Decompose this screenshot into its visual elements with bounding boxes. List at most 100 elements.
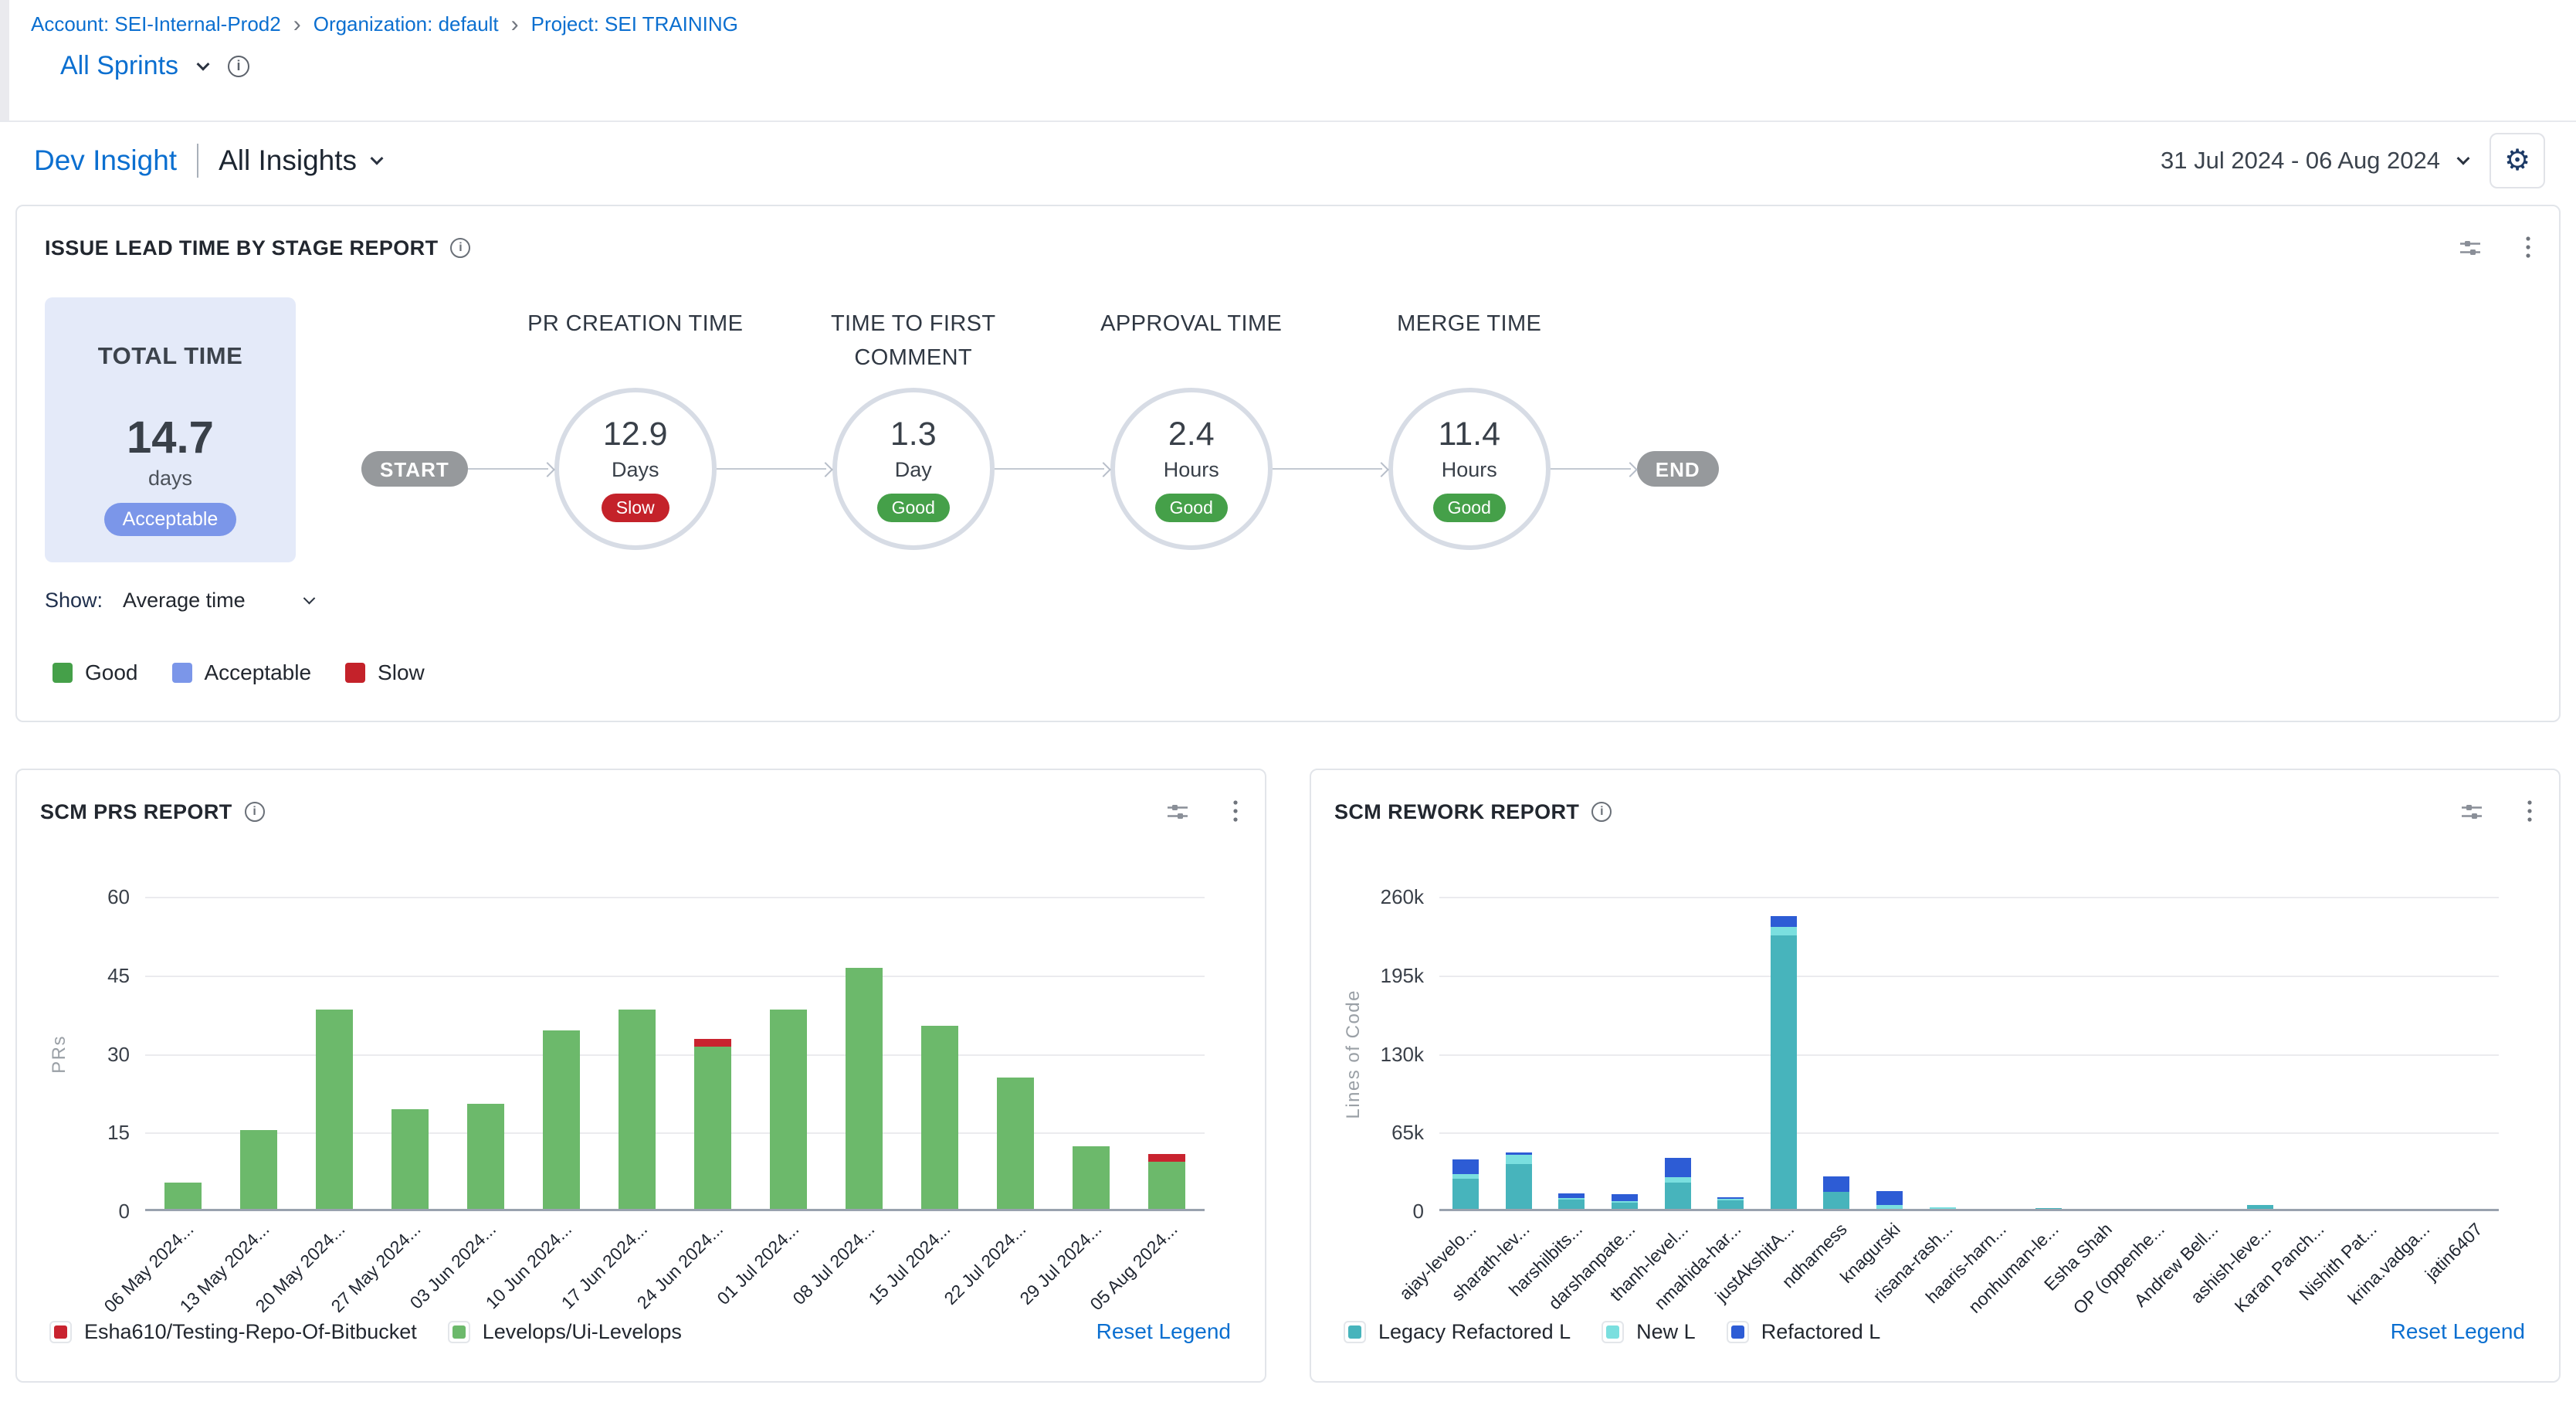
show-value[interactable]: Average time bbox=[123, 589, 246, 613]
bar-segment[interactable] bbox=[1506, 1155, 1532, 1165]
filter-sliders-icon[interactable] bbox=[2459, 236, 2482, 260]
bar-segment[interactable] bbox=[619, 1010, 656, 1209]
bar-slot bbox=[1916, 1207, 1969, 1209]
bar-segment[interactable] bbox=[1771, 916, 1797, 927]
bar-slot bbox=[1757, 916, 1811, 1209]
panel-header: ISSUE LEAD TIME BY STAGE REPORT bbox=[45, 231, 2531, 265]
panel-title: SCM PRS REPORT bbox=[40, 800, 232, 824]
chevron-down-icon[interactable] bbox=[2457, 152, 2470, 165]
legend-item[interactable]: New L bbox=[1602, 1320, 1696, 1344]
y-tick-label: 60 bbox=[107, 885, 130, 909]
bar-segment[interactable] bbox=[1665, 1183, 1691, 1209]
filter-sliders-icon[interactable] bbox=[2460, 800, 2483, 823]
title-divider bbox=[197, 144, 198, 178]
bar-segment[interactable] bbox=[1665, 1158, 1691, 1177]
kebab-menu-icon[interactable] bbox=[2525, 236, 2531, 260]
bar-segment[interactable] bbox=[1930, 1207, 1956, 1209]
bar-segment[interactable] bbox=[694, 1039, 731, 1047]
bar-segment[interactable] bbox=[1771, 935, 1797, 1209]
show-dropdown[interactable]: Show: Average time bbox=[45, 589, 314, 613]
stage-circle[interactable]: 11.4 Hours Good bbox=[1388, 388, 1551, 550]
insight-dropdown[interactable]: All Insights bbox=[219, 144, 357, 177]
legend-item[interactable]: Esha610/Testing-Repo-Of-Bitbucket bbox=[49, 1320, 417, 1344]
bar-segment[interactable] bbox=[164, 1183, 202, 1209]
bar-segment[interactable] bbox=[1558, 1200, 1585, 1210]
filter-sliders-icon[interactable] bbox=[1166, 800, 1189, 823]
bar-segment[interactable] bbox=[997, 1078, 1034, 1209]
stage-circle[interactable]: 2.4 Hours Good bbox=[1110, 388, 1273, 550]
legend-item[interactable]: Levelops/Ui-Levelops bbox=[448, 1320, 682, 1344]
legend-item[interactable]: Refactored L bbox=[1727, 1320, 1881, 1344]
bar-segment[interactable] bbox=[1717, 1200, 1744, 1209]
bar-segment[interactable] bbox=[543, 1030, 580, 1209]
bar-segment[interactable] bbox=[1823, 1176, 1849, 1192]
dev-insight-link[interactable]: Dev Insight bbox=[34, 144, 177, 177]
bar-segment[interactable] bbox=[1823, 1192, 1849, 1209]
sprint-selector-label[interactable]: All Sprints bbox=[60, 51, 178, 81]
bar-segment[interactable] bbox=[2247, 1205, 2273, 1209]
bar-segment[interactable] bbox=[2035, 1208, 2062, 1209]
bar-segment[interactable] bbox=[694, 1047, 731, 1209]
bar-segment[interactable] bbox=[1148, 1154, 1185, 1162]
bar bbox=[1506, 1152, 1532, 1209]
stage-circle[interactable]: 1.3 Day Good bbox=[832, 388, 995, 550]
stage-status-badge: Good bbox=[1155, 494, 1228, 522]
y-tick-label: 195k bbox=[1381, 964, 1424, 988]
stage-circle[interactable]: 12.9 Days Slow bbox=[554, 388, 717, 550]
bar bbox=[467, 1104, 504, 1209]
date-range-value[interactable]: 31 Jul 2024 - 06 Aug 2024 bbox=[2161, 147, 2440, 175]
bar-slot bbox=[599, 1010, 675, 1209]
bar bbox=[1558, 1193, 1585, 1209]
info-icon[interactable] bbox=[228, 56, 249, 77]
plot-area bbox=[1439, 897, 2499, 1211]
info-icon[interactable] bbox=[450, 238, 470, 258]
chevron-down-icon[interactable] bbox=[371, 152, 384, 165]
breadcrumb-separator-icon: › bbox=[511, 15, 519, 35]
bar-segment[interactable] bbox=[1506, 1164, 1532, 1209]
bar-segment[interactable] bbox=[1876, 1191, 1903, 1206]
bar-slot bbox=[902, 1026, 978, 1209]
sprint-selector[interactable]: All Sprints bbox=[60, 51, 249, 81]
breadcrumb-organization[interactable]: Organization: default bbox=[314, 12, 499, 36]
bar-segment[interactable] bbox=[921, 1026, 958, 1209]
bar-segment[interactable] bbox=[846, 968, 883, 1209]
bar bbox=[543, 1030, 580, 1209]
bar-segment[interactable] bbox=[1771, 927, 1797, 935]
bar-slot bbox=[1598, 1194, 1652, 1209]
settings-button[interactable] bbox=[2490, 133, 2545, 188]
y-tick-label: 0 bbox=[1413, 1200, 1424, 1224]
total-time-value: 14.7 bbox=[127, 412, 214, 463]
bar bbox=[694, 1039, 731, 1209]
chevron-down-icon[interactable] bbox=[197, 57, 210, 70]
bar-segment[interactable] bbox=[240, 1130, 277, 1209]
legend-item[interactable]: Legacy Refactored L bbox=[1344, 1320, 1571, 1344]
breadcrumb-account[interactable]: Account: SEI-Internal-Prod2 bbox=[31, 12, 281, 36]
info-icon[interactable] bbox=[1591, 802, 1612, 822]
chevron-down-icon[interactable] bbox=[303, 592, 316, 605]
bar-segment[interactable] bbox=[1148, 1162, 1185, 1209]
info-icon[interactable] bbox=[245, 802, 265, 822]
bar-segment[interactable] bbox=[1612, 1203, 1638, 1209]
bar-segment[interactable] bbox=[1073, 1146, 1110, 1209]
kebab-menu-icon[interactable] bbox=[1232, 799, 1239, 824]
bar-segment[interactable] bbox=[1452, 1159, 1479, 1174]
bar-segment[interactable] bbox=[1876, 1205, 1903, 1209]
date-range-selector[interactable]: 31 Jul 2024 - 06 Aug 2024 bbox=[2161, 147, 2468, 175]
panel-header: SCM REWORK REPORT bbox=[1334, 795, 2533, 829]
stage-status-badge: Slow bbox=[602, 494, 669, 522]
bar-segment[interactable] bbox=[316, 1010, 353, 1209]
bar-segment[interactable] bbox=[467, 1104, 504, 1209]
bar-slot bbox=[145, 1183, 221, 1209]
legend-label: Good bbox=[85, 660, 138, 685]
bar bbox=[240, 1130, 277, 1209]
bar-segment[interactable] bbox=[1612, 1194, 1638, 1201]
bar-segment[interactable] bbox=[391, 1109, 429, 1209]
reset-legend-link[interactable]: Reset Legend bbox=[1096, 1319, 1231, 1344]
breadcrumb-project[interactable]: Project: SEI TRAINING bbox=[531, 12, 738, 36]
show-label: Show: bbox=[45, 589, 103, 613]
bar-segment[interactable] bbox=[1452, 1179, 1479, 1209]
kebab-menu-icon[interactable] bbox=[2527, 799, 2533, 824]
reset-legend-link[interactable]: Reset Legend bbox=[2391, 1319, 2525, 1344]
legend-swatch-color bbox=[54, 1325, 67, 1339]
bar-segment[interactable] bbox=[770, 1010, 807, 1209]
